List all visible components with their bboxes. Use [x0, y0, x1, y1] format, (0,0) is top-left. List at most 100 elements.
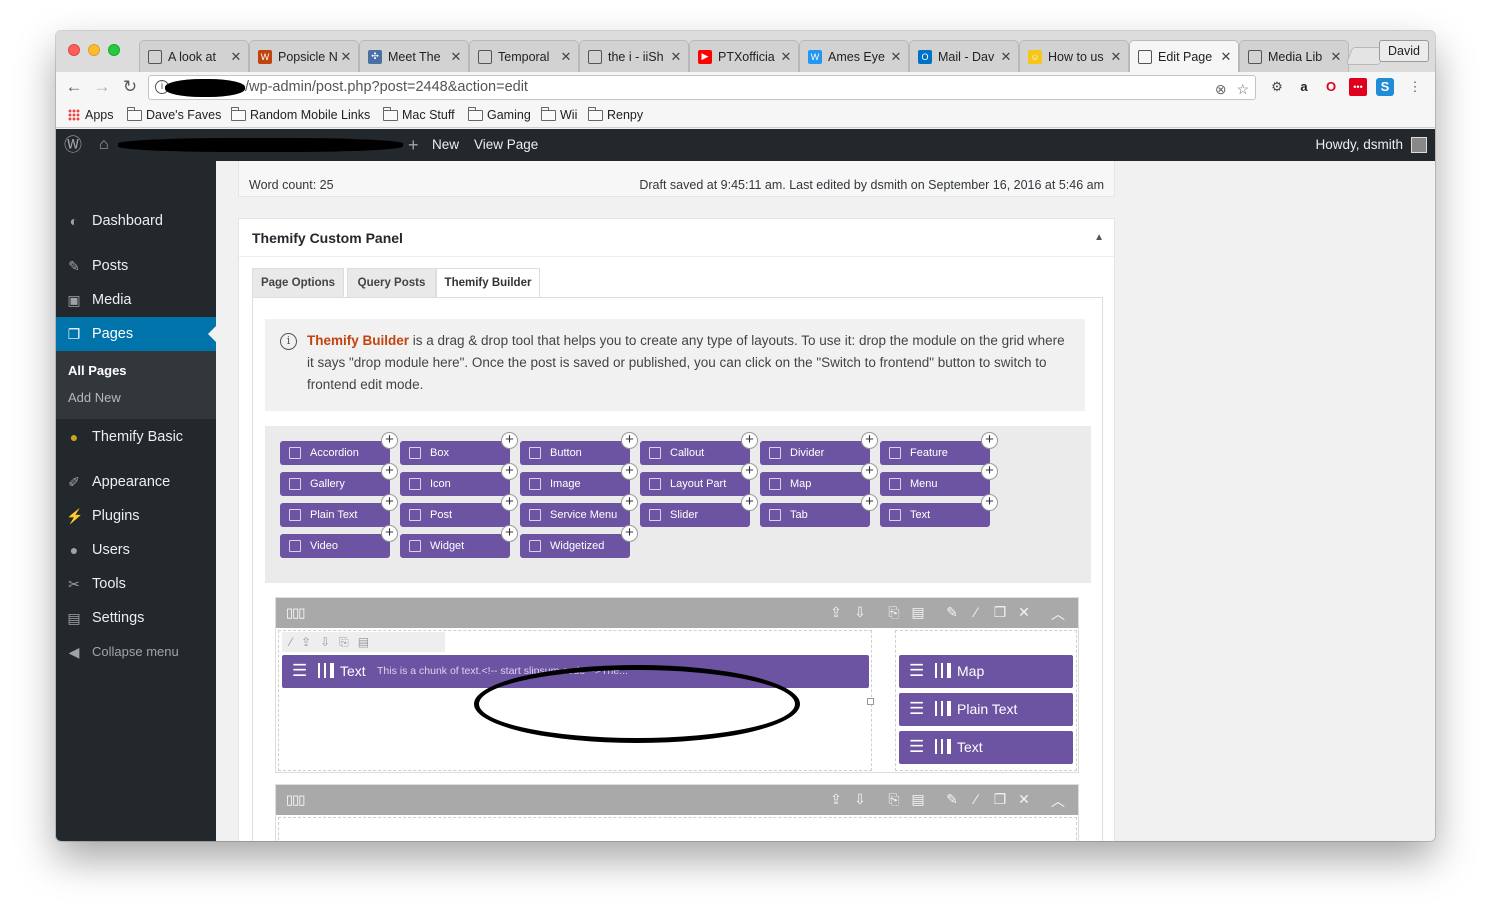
bookmark-wii[interactable]: Wii — [541, 106, 577, 122]
hamburger-icon[interactable]: ☰ — [909, 738, 924, 756]
add-module-plus-icon[interactable]: + — [381, 432, 398, 449]
minimize-window-button[interactable] — [88, 44, 100, 56]
add-module-plus-icon[interactable]: + — [501, 525, 518, 542]
add-module-plus-icon[interactable]: + — [981, 494, 998, 511]
sidebar-item-tools[interactable]: ✂ Tools — [56, 567, 216, 601]
add-module-plus-icon[interactable]: + — [501, 494, 518, 511]
add-module-plus-icon[interactable]: + — [501, 463, 518, 480]
lastpass-icon[interactable]: ••• — [1349, 78, 1367, 96]
tab-page-options[interactable]: Page Options — [252, 268, 344, 298]
module-button[interactable]: Button + — [520, 432, 638, 465]
close-tab-icon[interactable]: ✕ — [1108, 49, 1124, 65]
browser-tab[interactable]: ☺ How to us ✕ — [1019, 40, 1129, 72]
translate-icon[interactable]: ⊗ — [1215, 81, 1227, 97]
add-module-plus-icon[interactable]: + — [741, 432, 758, 449]
add-module-plus-icon[interactable]: + — [381, 494, 398, 511]
sidebar-item-dashboard[interactable]: ◐ Dashboard — [56, 204, 216, 238]
module-callout[interactable]: Callout + — [640, 432, 758, 465]
browser-tab[interactable]: Media Lib ✕ — [1239, 40, 1349, 72]
amazon-icon[interactable]: a — [1295, 78, 1313, 96]
bookmark-gaming[interactable]: Gaming — [468, 106, 531, 122]
collapse-row-icon[interactable]: ︿ — [1046, 791, 1070, 811]
address-bar[interactable]: i /wp-admin/post.php?post=2448&action=ed… — [148, 75, 1256, 100]
add-module-plus-icon[interactable]: + — [621, 525, 638, 542]
module-tab[interactable]: Tab + — [760, 494, 878, 527]
home-icon[interactable]: ⌂ — [99, 129, 109, 161]
column-clipboard-icon[interactable]: ▤ — [358, 635, 378, 649]
module-menu[interactable]: Menu + — [880, 463, 998, 496]
module-item-text[interactable]: ☰ Text — [899, 731, 1073, 764]
close-tab-icon[interactable]: ✕ — [778, 49, 794, 65]
sidebar-item-themify-basic[interactable]: ● Themify Basic — [56, 420, 216, 454]
close-tab-icon[interactable]: ✕ — [668, 49, 684, 65]
module-plain-text[interactable]: Plain Text + — [280, 494, 398, 527]
module-gallery[interactable]: Gallery + — [280, 463, 398, 496]
new-menu[interactable]: New — [432, 129, 459, 161]
module-video[interactable]: Video + — [280, 525, 398, 558]
row-grip-icon[interactable]: ▯▯▯ — [286, 606, 305, 620]
add-module-plus-icon[interactable]: + — [501, 432, 518, 449]
add-module-plus-icon[interactable]: + — [621, 463, 638, 480]
add-module-plus-icon[interactable]: + — [381, 525, 398, 542]
browser-tab[interactable]: W Ames Eye ✕ — [799, 40, 909, 72]
forward-button[interactable]: → — [92, 77, 112, 97]
style-icon[interactable]: ⁄ — [964, 791, 988, 811]
collapse-toggle-icon[interactable]: ▲ — [1094, 219, 1104, 257]
style-icon[interactable]: ⁄ — [964, 604, 988, 624]
bookmark-mac-stuff[interactable]: Mac Stuff — [383, 106, 455, 122]
view-page-link[interactable]: View Page — [474, 129, 538, 161]
column-resize-handle[interactable] — [867, 698, 874, 705]
add-module-plus-icon[interactable]: + — [981, 432, 998, 449]
module-icon[interactable]: Icon + — [400, 463, 518, 496]
module-widget[interactable]: Widget + — [400, 525, 518, 558]
bookmark-apps[interactable]: Apps — [68, 108, 114, 122]
close-tab-icon[interactable]: ✕ — [888, 49, 904, 65]
export-icon[interactable]: ⇪ — [824, 604, 848, 624]
module-image[interactable]: Image + — [520, 463, 638, 496]
column-export-icon[interactable]: ⇪ — [301, 635, 320, 649]
howdy-user[interactable]: Howdy, dsmith — [1315, 129, 1403, 161]
sidebar-item-pages[interactable]: ❐ Pages — [56, 317, 216, 351]
add-module-plus-icon[interactable]: + — [621, 494, 638, 511]
close-tab-icon[interactable]: ✕ — [1328, 49, 1344, 65]
add-module-plus-icon[interactable]: + — [381, 463, 398, 480]
chrome-menu-icon[interactable]: ⋮ — [1406, 78, 1424, 96]
sidebar-item-plugins[interactable]: ⚡ Plugins — [56, 499, 216, 533]
duplicate-icon[interactable]: ⎘ — [882, 604, 906, 624]
avatar[interactable] — [1411, 137, 1427, 153]
clipboard-icon[interactable]: ▤ — [906, 791, 930, 811]
opera-icon[interactable]: O — [1322, 78, 1340, 96]
column-duplicate-icon[interactable]: ⎘ — [339, 635, 358, 649]
sidebar-item-posts[interactable]: ✎ Posts — [56, 249, 216, 283]
module-widgetized[interactable]: Widgetized + — [520, 525, 638, 558]
zoom-window-button[interactable] — [108, 44, 120, 56]
bookmark-random-mobile-links[interactable]: Random Mobile Links — [231, 106, 370, 122]
add-module-plus-icon[interactable]: + — [861, 463, 878, 480]
import-icon[interactable]: ⇩ — [848, 791, 872, 811]
browser-tab[interactable]: the i - iiSh ✕ — [579, 40, 689, 72]
sidebar-item-settings[interactable]: ▤ Settings — [56, 601, 216, 635]
hamburger-icon[interactable]: ☰ — [909, 700, 924, 718]
close-tab-icon[interactable]: ✕ — [228, 49, 244, 65]
module-feature[interactable]: Feature + — [880, 432, 998, 465]
export-icon[interactable]: ⇪ — [824, 791, 848, 811]
submenu-add-new[interactable]: Add New — [68, 390, 121, 405]
bookmark-daves-faves[interactable]: Dave's Faves — [127, 106, 221, 122]
add-module-plus-icon[interactable]: + — [741, 494, 758, 511]
column-import-icon[interactable]: ⇩ — [320, 635, 339, 649]
browser-tab[interactable]: A look at ✕ — [139, 40, 249, 72]
collapse-row-icon[interactable]: ︿ — [1046, 604, 1070, 624]
add-module-plus-icon[interactable]: + — [741, 463, 758, 480]
hamburger-icon[interactable]: ☰ — [292, 662, 307, 680]
close-tab-icon[interactable]: ✕ — [1218, 49, 1234, 65]
module-map[interactable]: Map + — [760, 463, 878, 496]
browser-tab[interactable]: ✣ Meet The ✕ — [359, 40, 469, 72]
hamburger-icon[interactable]: ☰ — [909, 662, 924, 680]
module-post[interactable]: Post + — [400, 494, 518, 527]
tab-themify-builder[interactable]: Themify Builder — [436, 268, 540, 299]
copy-icon[interactable]: ❐ — [988, 604, 1012, 624]
delete-icon[interactable]: ✕ — [1012, 604, 1036, 624]
close-tab-icon[interactable]: ✕ — [998, 49, 1014, 65]
copy-icon[interactable]: ❐ — [988, 791, 1012, 811]
close-tab-icon[interactable]: ✕ — [338, 49, 354, 65]
